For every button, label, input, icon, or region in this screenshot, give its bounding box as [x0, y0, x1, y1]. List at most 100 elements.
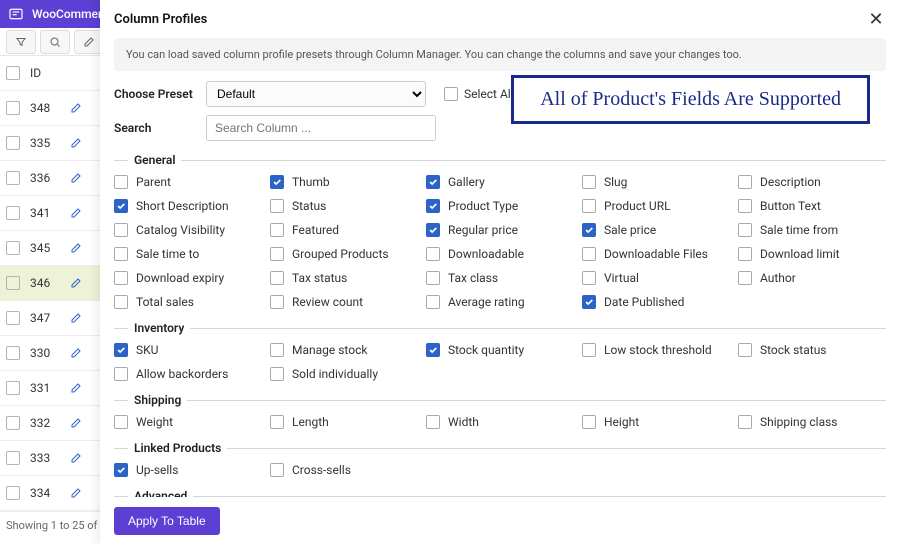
column-option[interactable]: Tax class: [426, 271, 574, 285]
option-checkbox[interactable]: [426, 415, 440, 429]
column-option[interactable]: Downloadable Files: [582, 247, 730, 261]
row-checkbox[interactable]: [6, 101, 20, 115]
option-checkbox[interactable]: [270, 463, 284, 477]
option-checkbox[interactable]: [270, 415, 284, 429]
close-icon[interactable]: ✕: [866, 9, 886, 30]
option-checkbox[interactable]: [582, 343, 596, 357]
search-input[interactable]: [206, 115, 436, 141]
column-option[interactable]: Review count: [270, 295, 418, 309]
column-option[interactable]: Sale price: [582, 223, 730, 237]
column-option[interactable]: Average rating: [426, 295, 574, 309]
option-checkbox[interactable]: [270, 175, 284, 189]
preset-select[interactable]: Default: [206, 81, 426, 107]
option-checkbox[interactable]: [114, 223, 128, 237]
column-option[interactable]: Sale time to: [114, 247, 262, 261]
option-checkbox[interactable]: [738, 223, 752, 237]
edit-icon[interactable]: [70, 242, 82, 254]
option-checkbox[interactable]: [426, 295, 440, 309]
column-option[interactable]: Downloadable: [426, 247, 574, 261]
option-checkbox[interactable]: [114, 415, 128, 429]
column-option[interactable]: Featured: [270, 223, 418, 237]
option-checkbox[interactable]: [738, 199, 752, 213]
column-option[interactable]: Button Text: [738, 199, 886, 213]
column-option[interactable]: Width: [426, 415, 574, 429]
edit-icon[interactable]: [70, 347, 82, 359]
column-option[interactable]: Download limit: [738, 247, 886, 261]
row-checkbox[interactable]: [6, 311, 20, 325]
row-checkbox[interactable]: [6, 241, 20, 255]
column-option[interactable]: Virtual: [582, 271, 730, 285]
option-checkbox[interactable]: [582, 223, 596, 237]
option-checkbox[interactable]: [426, 175, 440, 189]
option-checkbox[interactable]: [270, 343, 284, 357]
column-option[interactable]: Download expiry: [114, 271, 262, 285]
option-checkbox[interactable]: [738, 175, 752, 189]
column-option[interactable]: Manage stock: [270, 343, 418, 357]
row-checkbox[interactable]: [6, 416, 20, 430]
column-option[interactable]: Gallery: [426, 175, 574, 189]
row-checkbox[interactable]: [6, 171, 20, 185]
option-checkbox[interactable]: [738, 415, 752, 429]
option-checkbox[interactable]: [270, 367, 284, 381]
edit-icon[interactable]: [70, 102, 82, 114]
column-option[interactable]: Author: [738, 271, 886, 285]
option-checkbox[interactable]: [114, 367, 128, 381]
filter-button[interactable]: [6, 30, 36, 54]
edit-icon[interactable]: [70, 277, 82, 289]
column-option[interactable]: Grouped Products: [270, 247, 418, 261]
option-checkbox[interactable]: [582, 295, 596, 309]
column-option[interactable]: Regular price: [426, 223, 574, 237]
row-checkbox[interactable]: [6, 381, 20, 395]
column-option[interactable]: Total sales: [114, 295, 262, 309]
edit-icon[interactable]: [70, 137, 82, 149]
edit-icon[interactable]: [70, 312, 82, 324]
option-checkbox[interactable]: [582, 247, 596, 261]
select-all-checkbox[interactable]: [6, 66, 20, 80]
edit-icon[interactable]: [70, 207, 82, 219]
option-checkbox[interactable]: [426, 271, 440, 285]
option-checkbox[interactable]: [114, 343, 128, 357]
row-checkbox[interactable]: [6, 276, 20, 290]
column-option[interactable]: Date Published: [582, 295, 730, 309]
option-checkbox[interactable]: [738, 343, 752, 357]
row-checkbox[interactable]: [6, 486, 20, 500]
column-option[interactable]: Description: [738, 175, 886, 189]
column-option[interactable]: Shipping class: [738, 415, 886, 429]
option-checkbox[interactable]: [114, 463, 128, 477]
column-option[interactable]: Stock status: [738, 343, 886, 357]
edit-icon[interactable]: [70, 172, 82, 184]
column-option[interactable]: Short Description: [114, 199, 262, 213]
option-checkbox[interactable]: [738, 247, 752, 261]
column-option[interactable]: Product URL: [582, 199, 730, 213]
column-option[interactable]: Catalog Visibility: [114, 223, 262, 237]
search-button[interactable]: [40, 30, 70, 54]
column-option[interactable]: SKU: [114, 343, 262, 357]
option-checkbox[interactable]: [582, 199, 596, 213]
column-option[interactable]: Sale time from: [738, 223, 886, 237]
apply-button[interactable]: Apply To Table: [114, 507, 220, 535]
option-checkbox[interactable]: [582, 415, 596, 429]
option-checkbox[interactable]: [114, 175, 128, 189]
row-checkbox[interactable]: [6, 451, 20, 465]
select-all-checkbox[interactable]: [444, 87, 458, 101]
column-option[interactable]: Weight: [114, 415, 262, 429]
column-option[interactable]: Thumb: [270, 175, 418, 189]
option-checkbox[interactable]: [114, 295, 128, 309]
column-option[interactable]: Cross-sells: [270, 463, 418, 477]
option-checkbox[interactable]: [582, 271, 596, 285]
column-option[interactable]: Status: [270, 199, 418, 213]
column-option[interactable]: Tax status: [270, 271, 418, 285]
column-option[interactable]: Allow backorders: [114, 367, 262, 381]
column-option[interactable]: Stock quantity: [426, 343, 574, 357]
edit-icon[interactable]: [70, 452, 82, 464]
option-checkbox[interactable]: [426, 247, 440, 261]
edit-icon[interactable]: [70, 382, 82, 394]
select-all-option[interactable]: Select All: [444, 87, 514, 101]
option-checkbox[interactable]: [114, 247, 128, 261]
edit-icon[interactable]: [70, 487, 82, 499]
option-checkbox[interactable]: [270, 199, 284, 213]
option-checkbox[interactable]: [426, 223, 440, 237]
option-checkbox[interactable]: [114, 199, 128, 213]
edit-icon[interactable]: [70, 417, 82, 429]
column-option[interactable]: Product Type: [426, 199, 574, 213]
